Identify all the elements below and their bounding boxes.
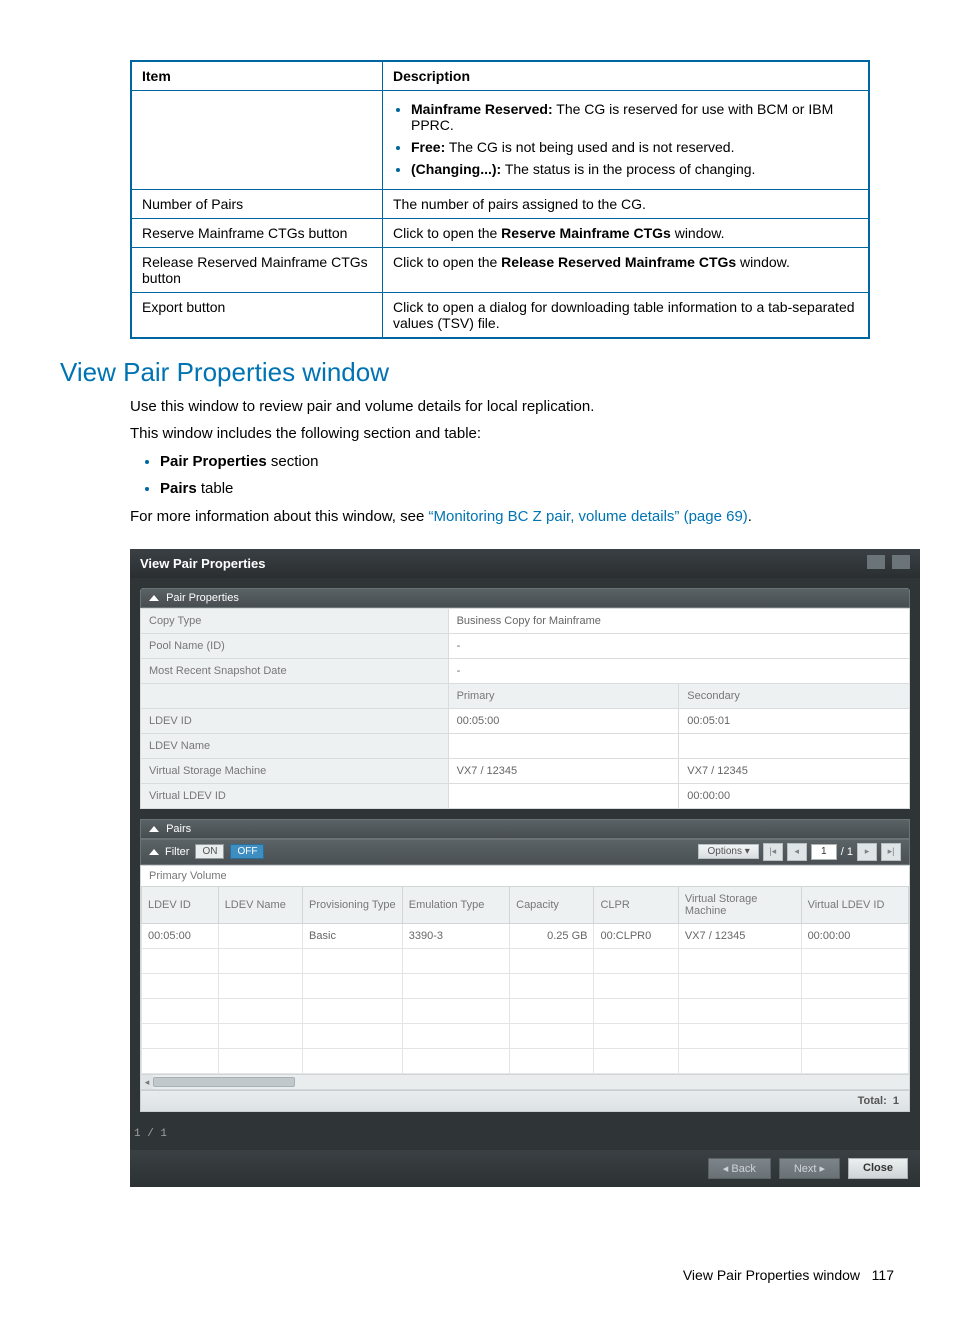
col-prov-type[interactable]: Provisioning Type bbox=[303, 886, 403, 923]
col-emul-type[interactable]: Emulation Type bbox=[402, 886, 509, 923]
collapse-icon bbox=[149, 595, 159, 601]
value-ldev-name-secondary bbox=[679, 733, 910, 758]
value-snapshot-date: - bbox=[448, 658, 909, 683]
value-vsm-secondary: VX7 / 12345 bbox=[679, 758, 910, 783]
back-button[interactable]: ◂ Back bbox=[708, 1158, 771, 1179]
filter-toggle-icon[interactable] bbox=[149, 849, 159, 855]
intro-li2: Pairs table bbox=[160, 478, 894, 501]
value-virtual-ldev-secondary: 00:00:00 bbox=[679, 783, 910, 808]
intro-li1: Pair Properties section bbox=[160, 451, 894, 474]
cell-desc: Click to open the Reserve Mainframe CTGs… bbox=[383, 219, 870, 248]
scroll-thumb[interactable] bbox=[153, 1077, 295, 1087]
pairs-header[interactable]: Pairs bbox=[140, 819, 910, 839]
close-button[interactable]: Close bbox=[848, 1158, 908, 1179]
page-indicator: 1 / 1 bbox=[130, 1122, 920, 1150]
window-maximize-icon[interactable] bbox=[892, 555, 910, 569]
table-row bbox=[142, 1048, 909, 1073]
table-row bbox=[142, 998, 909, 1023]
col-clpr[interactable]: CLPR bbox=[594, 886, 678, 923]
cell-item-empty bbox=[131, 91, 383, 190]
scroll-left-icon[interactable]: ◂ bbox=[141, 1075, 153, 1089]
label-pool: Pool Name (ID) bbox=[141, 633, 449, 658]
filter-on-button[interactable]: ON bbox=[195, 844, 224, 859]
next-button[interactable]: Next ▸ bbox=[779, 1158, 840, 1179]
table-row[interactable]: 00:05:00 Basic 3390-3 0.25 GB 00:CLPR0 V… bbox=[142, 923, 909, 948]
horizontal-scrollbar[interactable]: ◂ bbox=[141, 1074, 909, 1089]
monitoring-link[interactable]: “Monitoring BC Z pair, volume details” (… bbox=[428, 508, 747, 525]
cell-item: Number of Pairs bbox=[131, 190, 383, 219]
cell-desc: Click to open the Release Reserved Mainf… bbox=[383, 248, 870, 293]
page-input[interactable]: 1 bbox=[811, 844, 837, 860]
options-button[interactable]: Options ▾ bbox=[698, 844, 758, 859]
col-ldev-id[interactable]: LDEV ID bbox=[142, 886, 219, 923]
col-item-header: Item bbox=[131, 61, 383, 91]
value-ldev-id-secondary: 00:05:01 bbox=[679, 708, 910, 733]
filter-label: Filter bbox=[165, 846, 189, 858]
cell-desc: Click to open a dialog for downloading t… bbox=[383, 293, 870, 339]
intro-p1: Use this window to review pair and volum… bbox=[130, 396, 894, 419]
cell-status-list: Mainframe Reserved: The CG is reserved f… bbox=[383, 91, 870, 190]
total-row: Total: 1 bbox=[140, 1090, 910, 1112]
value-vsm-primary: VX7 / 12345 bbox=[448, 758, 679, 783]
cell-item: Release Reserved Mainframe CTGs button bbox=[131, 248, 383, 293]
window-action-icon[interactable] bbox=[867, 555, 885, 569]
label-vsm: Virtual Storage Machine bbox=[141, 758, 449, 783]
label-copy-type: Copy Type bbox=[141, 608, 449, 633]
description-table: Item Description Mainframe Reserved: The… bbox=[130, 60, 870, 339]
label-virtual-ldev: Virtual LDEV ID bbox=[141, 783, 449, 808]
filter-off-button[interactable]: OFF bbox=[230, 844, 264, 859]
pairs-grid: LDEV ID LDEV Name Provisioning Type Emul… bbox=[141, 886, 909, 1074]
grid-caption: Primary Volume bbox=[141, 866, 909, 886]
cell-item: Reserve Mainframe CTGs button bbox=[131, 219, 383, 248]
page-first-button[interactable]: |◂ bbox=[763, 843, 783, 861]
view-pair-properties-window: View Pair Properties Pair Properties Cop… bbox=[130, 549, 920, 1187]
value-virtual-ldev-primary bbox=[448, 783, 679, 808]
header-primary: Primary bbox=[448, 683, 679, 708]
cell-item: Export button bbox=[131, 293, 383, 339]
table-row bbox=[142, 1023, 909, 1048]
col-desc-header: Description bbox=[383, 61, 870, 91]
value-pool: - bbox=[448, 633, 909, 658]
value-copy-type: Business Copy for Mainframe bbox=[448, 608, 909, 633]
table-row bbox=[142, 948, 909, 973]
intro-p2: This window includes the following secti… bbox=[130, 423, 894, 446]
header-secondary: Secondary bbox=[679, 683, 910, 708]
label-ldev-id: LDEV ID bbox=[141, 708, 449, 733]
pair-properties-header[interactable]: Pair Properties bbox=[140, 588, 910, 608]
value-ldev-id-primary: 00:05:00 bbox=[448, 708, 679, 733]
col-vsm[interactable]: Virtual Storage Machine bbox=[678, 886, 801, 923]
value-ldev-name-primary bbox=[448, 733, 679, 758]
collapse-icon bbox=[149, 826, 159, 832]
col-virtual-ldev[interactable]: Virtual LDEV ID bbox=[801, 886, 908, 923]
col-capacity[interactable]: Capacity bbox=[510, 886, 594, 923]
page-last-button[interactable]: ▸| bbox=[881, 843, 901, 861]
window-title: View Pair Properties bbox=[140, 556, 266, 571]
page-prev-button[interactable]: ◂ bbox=[787, 843, 807, 861]
table-row bbox=[142, 973, 909, 998]
section-title: View Pair Properties window bbox=[60, 357, 894, 388]
cell-desc: The number of pairs assigned to the CG. bbox=[383, 190, 870, 219]
page-next-button[interactable]: ▸ bbox=[857, 843, 877, 861]
label-ldev-name: LDEV Name bbox=[141, 733, 449, 758]
col-ldev-name[interactable]: LDEV Name bbox=[218, 886, 302, 923]
intro-p3: For more information about this window, … bbox=[130, 506, 894, 529]
page-footer: View Pair Properties window 117 bbox=[60, 1267, 894, 1283]
pair-properties-table: Copy Type Business Copy for Mainframe Po… bbox=[140, 608, 910, 809]
page-total: / 1 bbox=[841, 846, 853, 858]
label-snapshot-date: Most Recent Snapshot Date bbox=[141, 658, 449, 683]
